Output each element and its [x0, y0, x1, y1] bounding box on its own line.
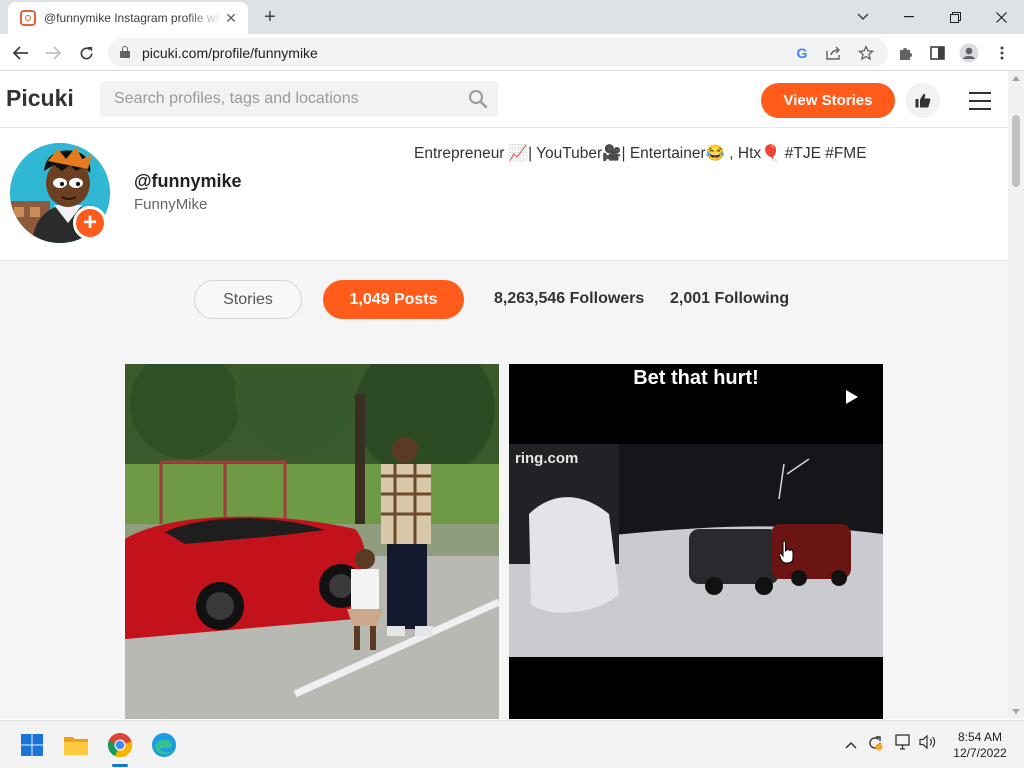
forward-arrow-icon[interactable]	[40, 40, 66, 66]
browser-toolbar: picuki.com/profile/funnymike G	[0, 34, 1024, 71]
stories-button[interactable]: Stories	[194, 280, 302, 319]
search-input[interactable]	[100, 81, 498, 117]
video-play-icon	[846, 390, 858, 404]
taskbar-clock[interactable]: 8:54 AM 12/7/2022	[944, 729, 1016, 761]
more-vertical-icon[interactable]	[989, 40, 1015, 66]
site-header: Picuki View Stories	[0, 71, 1008, 128]
profile-avatar-icon[interactable]	[956, 40, 982, 66]
bookmark-star-icon[interactable]	[856, 43, 876, 63]
address-bar[interactable]: picuki.com/profile/funnymike G	[108, 38, 888, 67]
new-tab-button[interactable]: +	[258, 6, 282, 30]
extensions-puzzle-icon[interactable]	[893, 40, 919, 66]
search-box	[100, 81, 498, 117]
ring-watermark: ring.com	[515, 450, 579, 467]
scroll-thumb[interactable]	[1012, 115, 1020, 187]
windows-start-icon[interactable]	[16, 729, 48, 761]
post-thumbnail[interactable]	[125, 364, 499, 719]
restore-icon[interactable]	[932, 4, 978, 30]
browser-tab[interactable]: @funnymike Instagram profile with posts …	[8, 2, 248, 34]
post-overlay-text: Bet that hurt!	[633, 367, 759, 389]
back-arrow-icon[interactable]	[8, 40, 34, 66]
windows-taskbar: 8:54 AM 12/7/2022	[0, 720, 1024, 768]
page-scrollbar[interactable]	[1008, 71, 1024, 719]
chrome-icon[interactable]	[104, 729, 136, 767]
scroll-down-arrow-icon[interactable]	[1012, 709, 1020, 714]
clock-time: 8:54 AM	[957, 730, 1003, 744]
close-window-icon[interactable]	[978, 4, 1024, 30]
hamburger-menu-icon[interactable]	[966, 90, 994, 112]
post-photo-image	[125, 364, 499, 719]
following-count[interactable]: 2,001 Following	[670, 290, 789, 308]
reload-icon[interactable]	[73, 40, 99, 66]
profile-username: @funnymike	[134, 171, 242, 191]
lock-icon[interactable]	[120, 46, 130, 58]
profile-bio: Entrepreneur 📈| YouTuber🎥| Entertainer😂 …	[414, 145, 867, 162]
tab-title: @funnymike Instagram profile with posts …	[44, 11, 222, 25]
view-stories-button[interactable]: View Stories	[761, 83, 895, 118]
google-translate-icon[interactable]: G	[792, 43, 812, 63]
show-hidden-icons-chevron-up-icon[interactable]	[845, 736, 857, 752]
url-text[interactable]: picuki.com/profile/funnymike	[142, 45, 318, 61]
instagram-favicon-icon	[20, 10, 36, 26]
edge-icon[interactable]	[148, 729, 180, 761]
hand-cursor-icon	[779, 540, 794, 564]
volume-icon[interactable]	[919, 734, 937, 753]
network-icon[interactable]	[894, 734, 912, 753]
thumbs-up-button[interactable]	[905, 83, 940, 118]
profile-header: + @funnymike FunnyMike Entrepreneur 📈| Y…	[0, 128, 1008, 261]
tab-strip: @funnymike Instagram profile with posts …	[0, 0, 1024, 34]
scroll-up-arrow-icon[interactable]	[1012, 76, 1020, 81]
profile-full-name: FunnyMike	[134, 196, 208, 213]
thumbs-up-icon	[915, 93, 930, 108]
post-video-image	[509, 364, 883, 719]
minimize-icon[interactable]	[886, 4, 932, 30]
side-panel-icon[interactable]	[924, 40, 950, 66]
tab-search-chevron-down-icon[interactable]	[840, 4, 886, 30]
tab-close-icon[interactable]: ✕	[222, 9, 240, 27]
clock-date: 12/7/2022	[953, 746, 1007, 760]
profile-stats: Stories 1,049 Posts 8,263,546 Followers …	[0, 261, 1008, 361]
page-content: Picuki View Stories	[0, 71, 1008, 719]
follow-plus-button[interactable]: +	[73, 206, 107, 240]
post-thumbnail[interactable]: Bet that hurt! ring.com	[509, 364, 883, 719]
sync-update-icon[interactable]	[866, 734, 884, 755]
posts-button[interactable]: 1,049 Posts	[323, 280, 464, 319]
followers-count[interactable]: 8,263,546 Followers	[494, 290, 644, 308]
site-logo[interactable]: Picuki	[6, 85, 74, 112]
share-icon[interactable]	[824, 43, 844, 63]
search-icon[interactable]	[468, 89, 488, 109]
file-explorer-icon[interactable]	[60, 729, 92, 761]
